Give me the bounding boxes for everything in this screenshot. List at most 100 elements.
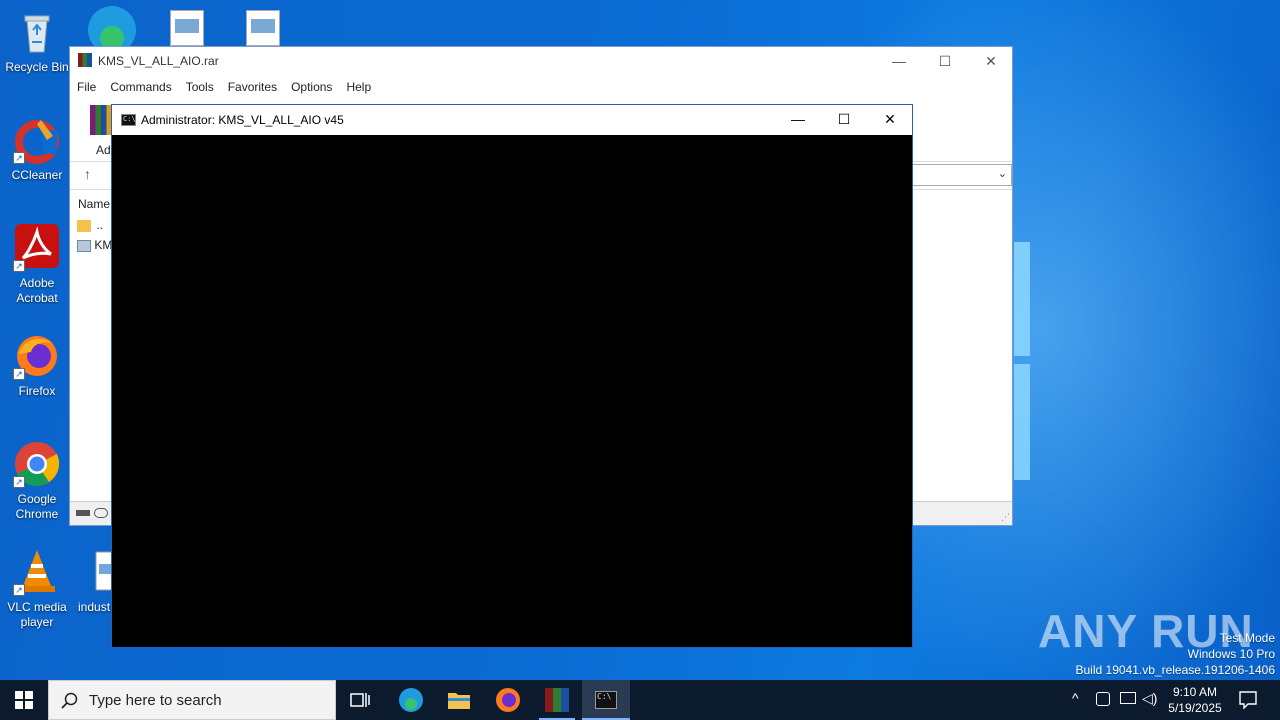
desktop-icon-firefox[interactable]: ↗ Firefox	[0, 332, 74, 399]
console-output-area[interactable]	[112, 135, 912, 647]
desktop-icon-label: Google Chrome	[15, 492, 59, 521]
desktop-icon-adobe-acrobat[interactable]: ↗ Adobe Acrobat	[0, 224, 74, 306]
task-view-icon	[350, 693, 370, 707]
clock-time: 9:10 AM	[1172, 685, 1218, 699]
watermark-line: Build 19041.vb_release.191206-1406	[1075, 663, 1276, 677]
taskbar-search-box[interactable]: Type here to search	[48, 680, 336, 720]
windows-logo-wallpaper	[1014, 242, 1030, 482]
desktop-icon-recycle-bin[interactable]: Recycle Bin	[0, 8, 74, 75]
winrar-app-icon	[78, 53, 92, 67]
shortcut-arrow-icon: ↗	[13, 476, 25, 488]
desktop-icon-label: Adobe Acrobat	[16, 276, 58, 305]
clock-date: 5/19/2025	[1168, 701, 1222, 715]
minimize-button[interactable]: —	[876, 47, 922, 77]
recycle-bin-icon	[13, 8, 61, 56]
notification-center-button[interactable]	[1224, 680, 1272, 720]
network-icon[interactable]	[1120, 692, 1136, 704]
taskbar-winrar-button[interactable]	[533, 680, 581, 720]
path-dropdown[interactable]: ⌄	[912, 164, 1012, 186]
list-item[interactable]: KM	[77, 238, 112, 256]
resize-grip-icon[interactable]: ⋰	[1001, 512, 1010, 523]
image-file-icon[interactable]	[170, 10, 204, 46]
adobe-acrobat-icon: ↗	[13, 224, 61, 272]
list-item-label: ..	[96, 218, 104, 232]
test-mode-watermark: Test Mode Windows 10 Pro Build 19041.vb_…	[1076, 630, 1276, 678]
winrar-titlebar[interactable]: KMS_VL_ALL_AIO.rar — ☐ ✕	[70, 47, 1012, 77]
menu-tools[interactable]: Tools	[186, 77, 214, 97]
taskbar-file-explorer-button[interactable]	[435, 680, 483, 720]
key-icon	[94, 508, 108, 518]
menu-favorites[interactable]: Favorites	[228, 77, 277, 97]
taskbar-edge-button[interactable]	[387, 680, 435, 720]
maximize-button[interactable]: ☐	[922, 47, 968, 77]
volume-icon[interactable]: ◁)	[1142, 690, 1157, 707]
taskbar-firefox-button[interactable]	[484, 680, 532, 720]
chevron-up-icon[interactable]: ^	[1072, 690, 1079, 706]
desktop-icon-label: VLC media player	[7, 600, 67, 629]
minimize-icon: —	[892, 53, 906, 69]
maximize-icon: ☐	[837, 111, 851, 127]
vlc-icon: ↗	[13, 548, 61, 596]
desktop-background: Recycle Bin ↗ CCleaner ↗ Adobe Acrobat ↗…	[0, 0, 1280, 680]
image-file-icon[interactable]	[246, 10, 280, 46]
taskbar-cmd-button[interactable]: C:\	[582, 680, 630, 720]
cmd-icon: C:\	[595, 691, 617, 709]
firefox-icon: ↗	[13, 332, 61, 380]
device-icon[interactable]	[1096, 692, 1110, 706]
folder-icon	[448, 693, 470, 709]
system-tray: ^ ◁)	[1068, 680, 1162, 720]
add-button-label: Ad	[96, 143, 111, 157]
menu-bar: File Commands Tools Favorites Options Help	[70, 77, 1012, 101]
shortcut-arrow-icon: ↗	[13, 584, 25, 596]
menu-help[interactable]: Help	[346, 77, 371, 97]
desktop-icon-ccleaner[interactable]: ↗ CCleaner	[0, 116, 74, 183]
start-button[interactable]	[0, 680, 48, 720]
cmd-icon: C:\	[121, 114, 136, 126]
up-arrow-icon[interactable]: ↑	[84, 166, 91, 182]
column-header-name[interactable]: Name	[78, 197, 110, 211]
desktop-icon-label: Firefox	[18, 384, 56, 398]
chevron-down-icon: ⌄	[997, 168, 1007, 180]
desktop-icon-google-chrome[interactable]: ↗ Google Chrome	[0, 440, 74, 522]
close-button[interactable]: ✕	[968, 47, 1014, 77]
chrome-icon: ↗	[13, 440, 61, 488]
menu-file[interactable]: File	[77, 77, 96, 97]
console-maximize-button[interactable]: ☐	[821, 105, 867, 135]
edge-icon	[399, 688, 423, 712]
minimize-icon: —	[791, 111, 805, 127]
winrar-icon	[545, 688, 569, 712]
maximize-icon: ☐	[938, 53, 952, 69]
firefox-icon	[496, 688, 520, 712]
windows-start-icon	[15, 691, 33, 709]
menu-commands[interactable]: Commands	[110, 77, 171, 97]
menu-options[interactable]: Options	[291, 77, 332, 97]
close-icon: ✕	[884, 111, 896, 127]
folder-icon	[77, 219, 91, 232]
taskbar-clock[interactable]: 9:10 AM 5/19/2025	[1162, 684, 1228, 716]
list-item[interactable]: ..	[77, 218, 103, 236]
close-icon: ✕	[985, 53, 997, 69]
shortcut-arrow-icon: ↗	[13, 152, 25, 164]
watermark-line: Windows 10 Pro	[1187, 647, 1275, 661]
console-titlebar[interactable]: C:\ Administrator: KMS_VL_ALL_AIO v45 — …	[112, 105, 912, 135]
console-title: Administrator: KMS_VL_ALL_AIO v45	[141, 113, 344, 127]
watermark-line: Test Mode	[1219, 631, 1275, 645]
taskbar: Type here to search C:\ ^ ◁) 9:10 AM 5/1…	[0, 680, 1280, 720]
task-view-button[interactable]	[336, 680, 384, 720]
console-window[interactable]: C:\ Administrator: KMS_VL_ALL_AIO v45 — …	[111, 104, 913, 648]
edge-icon	[88, 6, 136, 54]
console-close-button[interactable]: ✕	[867, 105, 913, 135]
shortcut-arrow-icon: ↗	[13, 368, 25, 380]
desktop-icon-edge-partial[interactable]	[86, 4, 136, 54]
shortcut-arrow-icon: ↗	[13, 260, 25, 272]
desktop-icon-label: CCleaner	[11, 168, 63, 182]
drive-icon	[76, 510, 90, 516]
console-minimize-button[interactable]: —	[775, 105, 821, 135]
search-placeholder: Type here to search	[89, 692, 222, 709]
ccleaner-icon: ↗	[13, 116, 61, 164]
window-title: KMS_VL_ALL_AIO.rar	[98, 54, 219, 68]
notification-icon	[1239, 691, 1257, 709]
desktop-icon-label: Recycle Bin	[5, 60, 69, 74]
add-archive-icon	[90, 105, 112, 135]
desktop-icon-vlc[interactable]: ↗ VLC media player	[0, 548, 74, 630]
